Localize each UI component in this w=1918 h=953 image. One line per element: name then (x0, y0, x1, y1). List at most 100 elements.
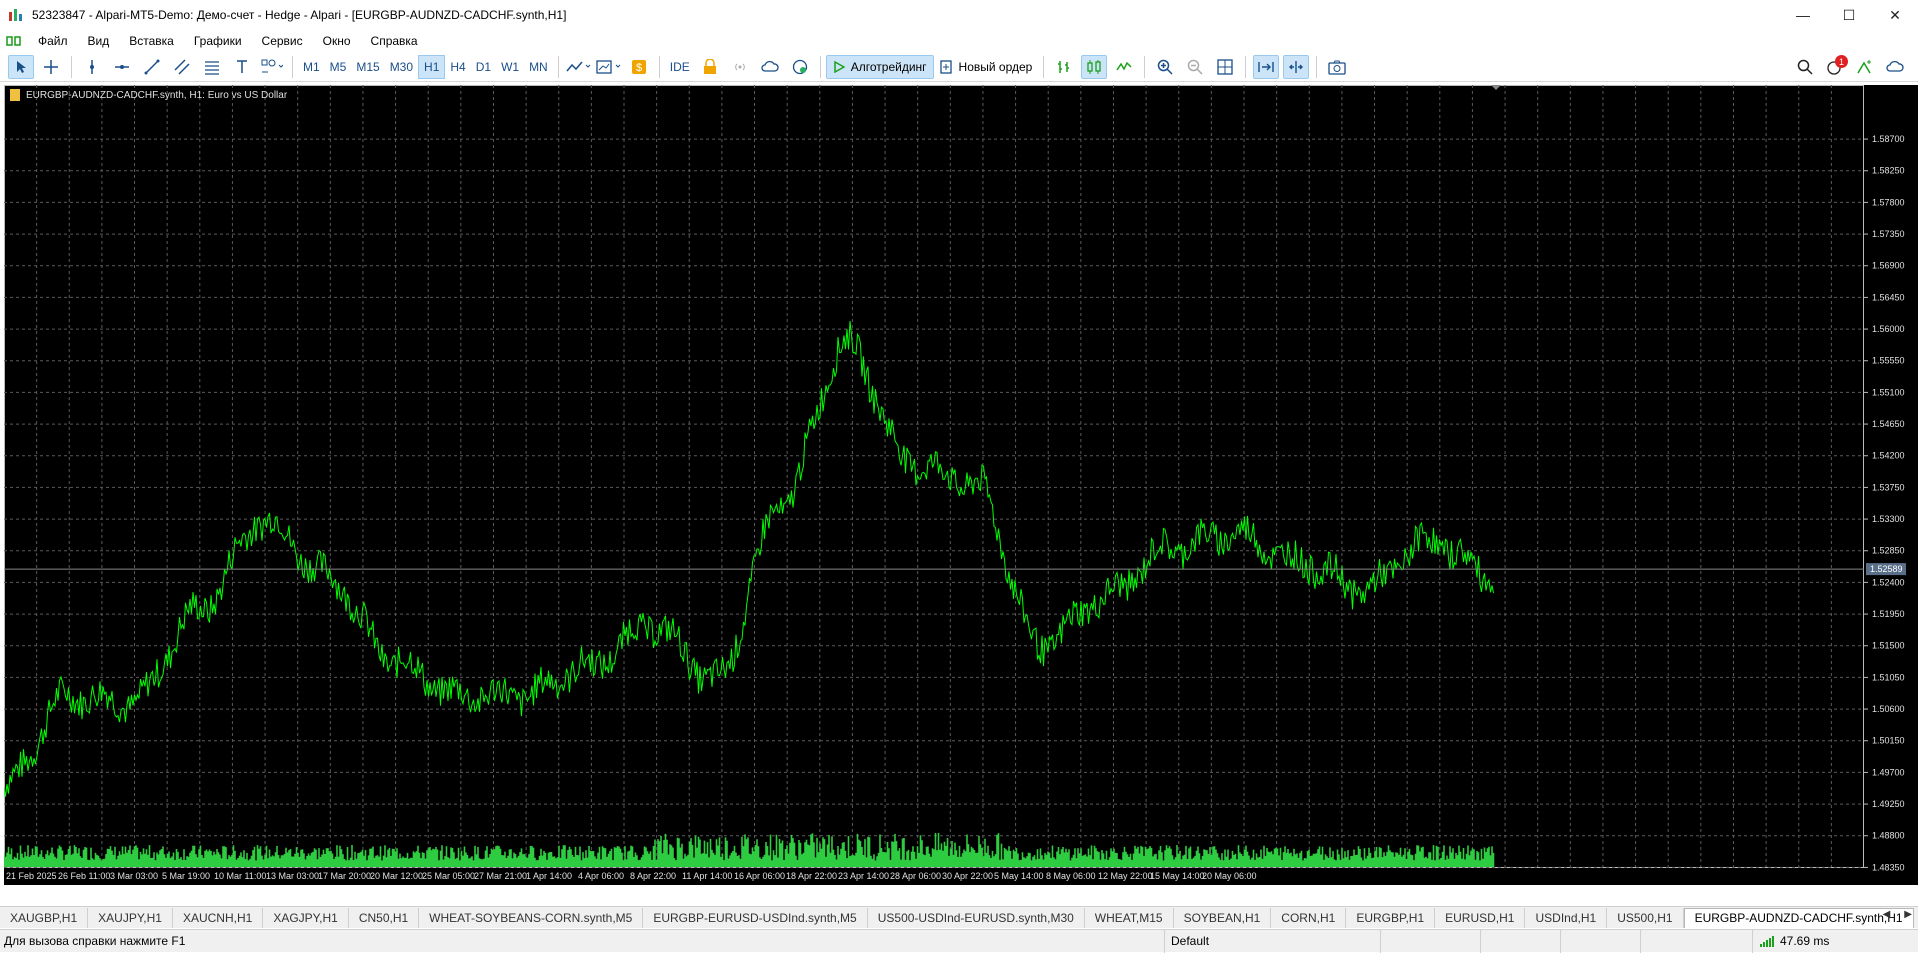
chart-tab[interactable]: EURUSD,H1 (1435, 907, 1526, 928)
account-icon (1857, 60, 1871, 74)
chart-type-dropdown[interactable] (566, 55, 592, 79)
time-tick-label: 3 Mar 03:00 (110, 871, 158, 881)
chart-tab[interactable]: CORN,H1 (1271, 907, 1347, 928)
price-tick-label: 1.51950 (1872, 609, 1905, 619)
price-tick-label: 1.58250 (1872, 166, 1905, 176)
channel-button[interactable] (169, 55, 195, 79)
cursor-tool-button[interactable] (8, 54, 34, 79)
price-tick-label: 1.56900 (1872, 261, 1905, 271)
menu-window[interactable]: Окно (313, 34, 361, 48)
chart-tab[interactable]: US500,H1 (1607, 907, 1684, 928)
zoom-in-button[interactable] (1152, 55, 1178, 79)
line-chart-button[interactable] (1111, 55, 1137, 79)
window-controls: — ☐ ✕ (1780, 0, 1918, 30)
chart-tab[interactable]: SOYBEAN,H1 (1174, 907, 1272, 928)
status-connection[interactable]: 47.69 ms (1760, 934, 1829, 948)
toolbar-right: 1 (1790, 55, 1910, 79)
cloud-button[interactable] (757, 55, 783, 79)
signal-button[interactable] (727, 55, 753, 79)
timeframe-m30[interactable]: M30 (385, 55, 418, 79)
timeframe-m1[interactable]: M1 (298, 55, 325, 79)
chart-shift-button[interactable] (1283, 54, 1310, 79)
chart-tab[interactable]: USDInd,H1 (1525, 907, 1608, 928)
horizontal-line-button[interactable] (109, 55, 135, 79)
timeframe-mn[interactable]: MN (524, 55, 553, 79)
market-button[interactable]: $ (626, 55, 652, 79)
chart-tab[interactable]: XAGJPY,H1 (263, 907, 349, 928)
chart-tab[interactable]: EURGBP,H1 (1346, 907, 1436, 928)
status-separator (1560, 930, 1561, 953)
timeframe-h1[interactable]: H1 (418, 54, 446, 79)
new-order-button[interactable]: Новый ордер (934, 55, 1039, 79)
chart-tab[interactable]: XAUJPY,H1 (88, 907, 173, 928)
timeframe-m5[interactable]: M5 (325, 55, 352, 79)
chart-tab[interactable]: CN50,H1 (349, 907, 420, 928)
menu-view[interactable]: Вид (78, 34, 120, 48)
chart-tab[interactable]: XAUGBP,H1 (0, 907, 89, 928)
menu-insert[interactable]: Вставка (119, 34, 184, 48)
notifications-button[interactable]: 1 (1822, 55, 1848, 79)
crosshair-tool-button[interactable] (38, 55, 64, 79)
chart-window[interactable]: 1.58700 1.58250 1.57800 1.57350 1.56900 1.564… (4, 85, 1918, 885)
menu-tools[interactable]: Сервис (252, 34, 313, 48)
ide-button[interactable]: IDE (665, 55, 695, 79)
tabs-right-arrow-icon[interactable]: ▶ (1904, 909, 1912, 920)
text-tool-button[interactable] (229, 55, 255, 79)
price-tick-label: 1.55550 (1872, 356, 1905, 366)
price-tick-label: 1.48350 (1872, 862, 1905, 872)
trendline-button[interactable] (139, 55, 165, 79)
price-chart[interactable]: 1.58700 1.58250 1.57800 1.57350 1.56900 1.564… (4, 85, 1918, 885)
timeframe-d1[interactable]: D1 (471, 55, 496, 79)
shapes-dropdown-button[interactable] (259, 55, 285, 79)
chart-tab[interactable]: XAUCNH,H1 (173, 907, 264, 928)
notification-badge: 1 (1835, 55, 1848, 68)
zoom-out-button[interactable] (1182, 55, 1208, 79)
cloud-sync-button[interactable] (1882, 55, 1908, 79)
fibonacci-button[interactable] (199, 55, 225, 79)
menu-help[interactable]: Справка (361, 34, 428, 48)
tile-windows-button[interactable] (1212, 55, 1238, 79)
play-icon (834, 60, 845, 73)
new-order-label: Новый ордер (958, 59, 1033, 74)
close-button[interactable]: ✕ (1872, 0, 1918, 30)
chart-tab[interactable]: WHEAT,M15 (1085, 907, 1174, 928)
cursor-icon (17, 60, 26, 73)
autoscroll-button[interactable] (1253, 54, 1280, 79)
grid-icon (1217, 58, 1234, 75)
chart-header: EURGBP-AUDNZD-CADCHF.synth, H1: Euro vs … (10, 89, 287, 101)
time-tick-label: 12 May 22:00 (1098, 871, 1153, 881)
vps-button[interactable] (787, 55, 813, 79)
price-tick-label: 1.50600 (1872, 704, 1905, 714)
account-button[interactable] (1852, 55, 1878, 79)
chart-tab[interactable]: US500-USDInd-EURUSD.synth,M30 (868, 907, 1085, 928)
lock-button[interactable] (697, 55, 723, 79)
toolbar-separator (1245, 55, 1247, 78)
minimize-button[interactable]: — (1780, 0, 1826, 30)
status-profile[interactable]: Default (1164, 929, 1209, 953)
tabs-left-arrow-icon[interactable]: ◀ (1883, 909, 1891, 920)
vertical-line-button[interactable] (79, 55, 105, 79)
menu-charts[interactable]: Графики (184, 34, 252, 48)
zoom-out-icon (1188, 59, 1203, 75)
timeframe-w1[interactable]: W1 (496, 55, 524, 79)
screenshot-button[interactable] (1324, 55, 1350, 79)
chart-shift-icon (1289, 60, 1304, 73)
time-tick-label: 1 Apr 14:00 (526, 871, 572, 881)
camera-icon (1328, 60, 1347, 75)
chart-tab[interactable]: EURGBP-AUDNZD-CADCHF.synth,H1 (1683, 907, 1914, 928)
price-tick-label: 1.52850 (1872, 546, 1905, 556)
templates-dropdown[interactable] (596, 55, 622, 79)
bar-chart-button[interactable] (1051, 55, 1077, 79)
chart-window-icon[interactable] (6, 34, 22, 48)
maximize-button[interactable]: ☐ (1826, 0, 1872, 30)
algotrading-button[interactable]: Алготрейдинг (825, 54, 934, 79)
candlestick-button[interactable] (1081, 54, 1108, 79)
timeframe-m15[interactable]: M15 (351, 55, 384, 79)
toolbar-separator (819, 55, 821, 78)
chart-tab[interactable]: EURGBP-EURUSD-USDInd.synth,M5 (643, 907, 868, 928)
menu-file[interactable]: Файл (28, 34, 78, 48)
timeframe-h4[interactable]: H4 (445, 55, 470, 79)
chart-tab[interactable]: WHEAT-SOYBEANS-CORN.synth,M5 (419, 907, 644, 928)
search-button[interactable] (1792, 55, 1818, 79)
line-icon (1116, 61, 1132, 71)
